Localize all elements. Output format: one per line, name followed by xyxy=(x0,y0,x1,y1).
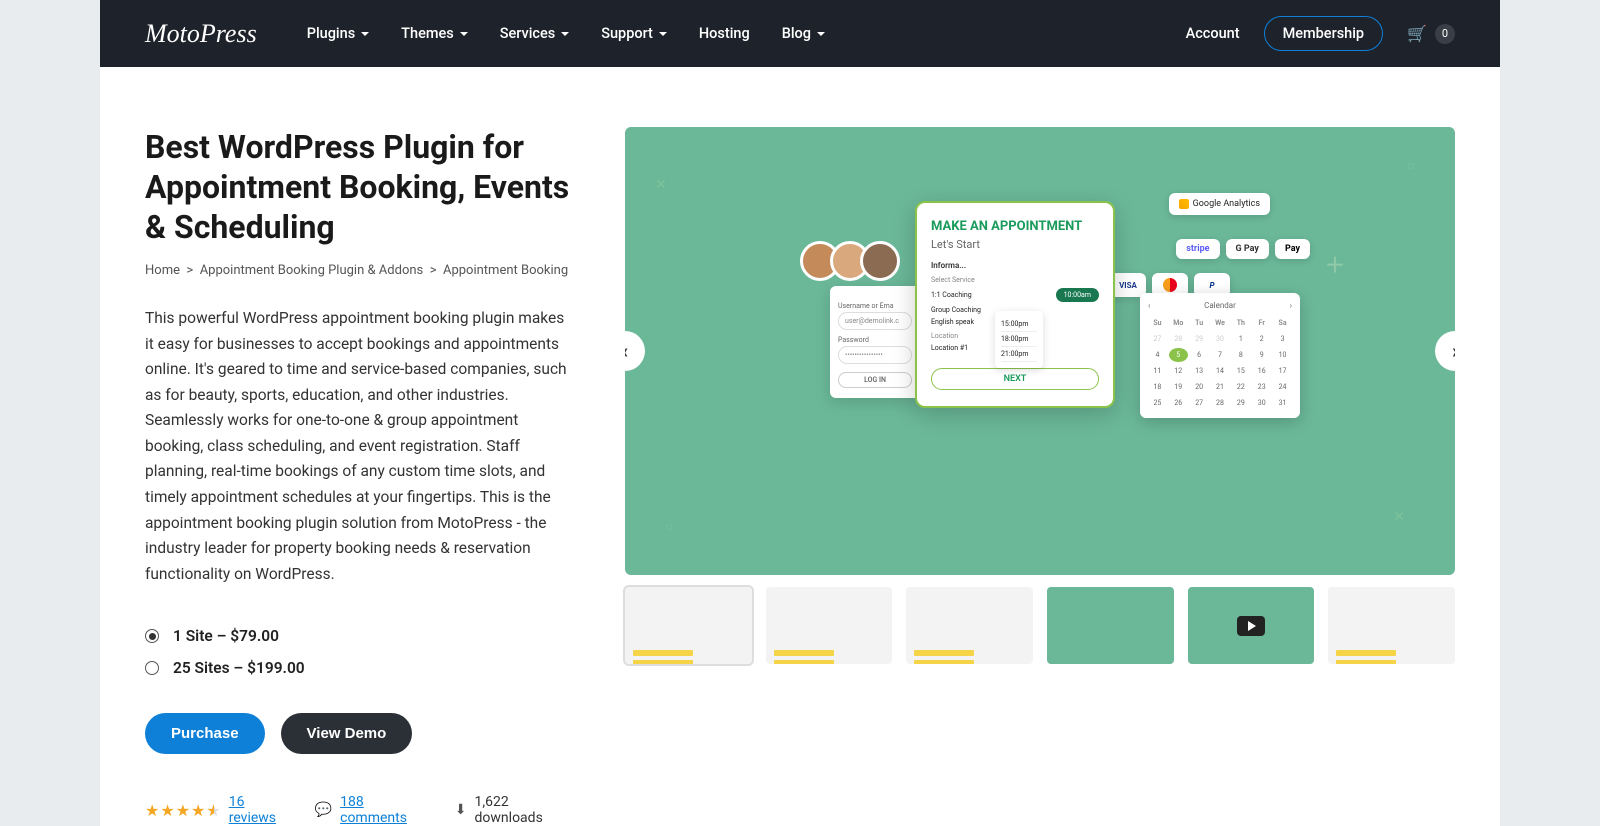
account-link[interactable]: Account xyxy=(1186,25,1240,42)
purchase-button[interactable]: Purchase xyxy=(145,713,265,754)
site-header: MotoPress Plugins Themes Services Suppor… xyxy=(100,0,1500,67)
download-icon: ⬇ xyxy=(455,802,467,818)
breadcrumb-current: Appointment Booking xyxy=(443,263,568,278)
cal-next-icon: › xyxy=(1290,301,1292,310)
comments-link[interactable]: 188 comments xyxy=(340,794,429,826)
stars-icon: ★★★★★ xyxy=(145,801,221,820)
play-icon xyxy=(1237,616,1265,636)
cart-button[interactable]: 🛒 0 xyxy=(1407,24,1455,44)
option-25-sites[interactable]: 25 Sites – $199.00 xyxy=(145,659,575,677)
decoration-icon: ✕ xyxy=(655,177,667,193)
thumb-1[interactable] xyxy=(625,587,752,664)
thumb-4[interactable] xyxy=(1047,587,1174,664)
gallery-thumbs xyxy=(625,587,1455,664)
stripe-chip: stripe xyxy=(1176,239,1219,259)
gpay-chip: G Pay xyxy=(1226,239,1269,259)
thumb-5-video[interactable] xyxy=(1188,587,1315,664)
radio-icon xyxy=(145,629,159,643)
google-analytics-chip: Google Analytics xyxy=(1169,193,1270,215)
ga-icon xyxy=(1179,199,1189,209)
gallery-prev-button[interactable]: ‹ xyxy=(625,331,645,371)
option-label: 25 Sites – $199.00 xyxy=(173,659,305,677)
comments-icon: 💬 xyxy=(315,802,332,818)
cart-icon: 🛒 xyxy=(1407,24,1427,43)
nav-blog[interactable]: Blog xyxy=(782,25,825,42)
nav-plugins[interactable]: Plugins xyxy=(307,25,369,42)
nav-services[interactable]: Services xyxy=(500,25,570,42)
gallery-next-button[interactable]: › xyxy=(1435,331,1455,371)
pricing-options: 1 Site – $79.00 25 Sites – $199.00 xyxy=(145,627,575,677)
view-demo-button[interactable]: View Demo xyxy=(281,713,413,754)
main-nav: Plugins Themes Services Support Hosting … xyxy=(307,25,1186,42)
option-label: 1 Site – $79.00 xyxy=(173,627,279,645)
hero-image: ‹ › ✕ ○ ○ ✕ Google Analyt xyxy=(625,127,1455,575)
times-list: 15:00pm 18:00pm 21:00pm xyxy=(995,311,1043,368)
reviews-link[interactable]: 16 reviews xyxy=(229,794,289,826)
nav-support[interactable]: Support xyxy=(601,25,667,42)
breadcrumb-category[interactable]: Appointment Booking Plugin & Addons xyxy=(200,263,424,278)
page-title: Best WordPress Plugin for Appointment Bo… xyxy=(145,127,575,247)
calendar-card: ‹ Calendar › SuMoTuWeThFrSa2728293012345… xyxy=(1140,293,1300,418)
rating-reviews: ★★★★★ 16 reviews xyxy=(145,794,289,826)
thumb-3[interactable] xyxy=(906,587,1033,664)
avatar-icon xyxy=(860,241,900,281)
appointment-card: MAKE AN APPOINTMENT Let's Start Informa.… xyxy=(915,201,1115,408)
product-mockup: Google Analytics stripe G Pay Pay ＋ VISA… xyxy=(830,201,1250,501)
breadcrumb-home[interactable]: Home xyxy=(145,263,180,278)
thumb-6[interactable] xyxy=(1328,587,1455,664)
downloads-text: 1,622 downloads xyxy=(475,794,575,826)
nav-themes[interactable]: Themes xyxy=(401,25,468,42)
logo[interactable]: MotoPress xyxy=(145,19,257,49)
option-1-site[interactable]: 1 Site – $79.00 xyxy=(145,627,575,645)
plus-icon: ＋ xyxy=(1325,249,1345,278)
decoration-icon: ✕ xyxy=(1393,509,1405,525)
cart-count: 0 xyxy=(1435,24,1455,44)
cal-prev-icon: ‹ xyxy=(1148,301,1150,310)
comments-stat: 💬 188 comments xyxy=(315,794,429,826)
decoration-icon: ○ xyxy=(1407,157,1415,174)
header-right: Account Membership 🛒 0 xyxy=(1186,16,1455,51)
downloads-stat: ⬇ 1,622 downloads xyxy=(455,794,575,826)
product-description: This powerful WordPress appointment book… xyxy=(145,306,575,587)
membership-button[interactable]: Membership xyxy=(1264,16,1384,51)
login-card: Username or Ema user@demolink.c Password… xyxy=(830,286,920,398)
radio-icon xyxy=(145,661,159,675)
nav-hosting[interactable]: Hosting xyxy=(699,25,750,42)
breadcrumb: Home > Appointment Booking Plugin & Addo… xyxy=(145,263,575,278)
applepay-chip: Pay xyxy=(1275,239,1310,259)
decoration-icon: ○ xyxy=(665,518,673,535)
thumb-2[interactable] xyxy=(766,587,893,664)
visa-icon: VISA xyxy=(1110,273,1146,297)
